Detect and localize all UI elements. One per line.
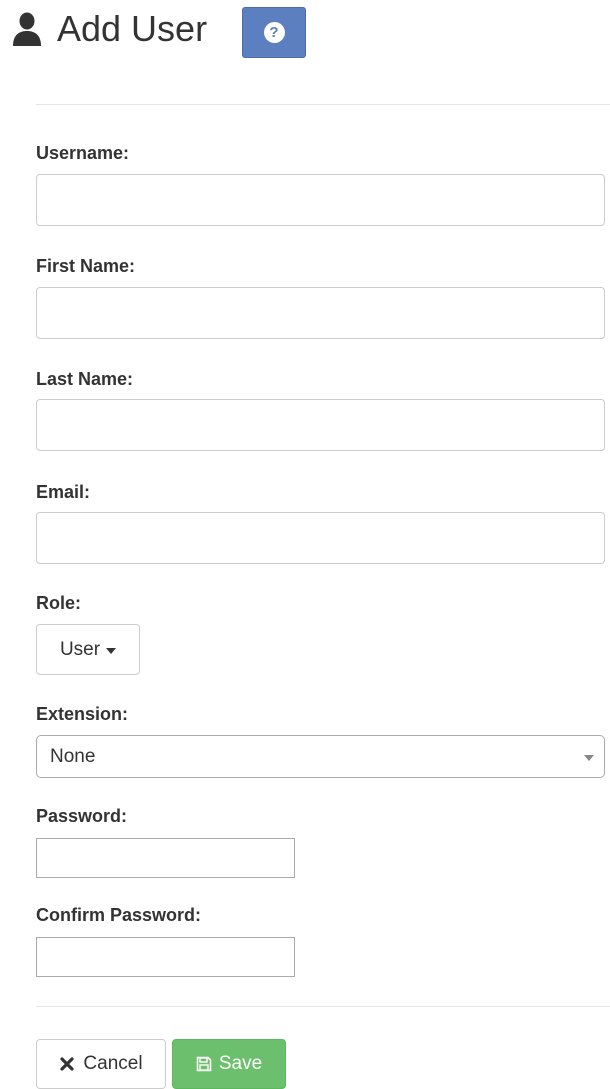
first-name-label: First Name:: [36, 256, 136, 276]
extension-label: Extension:: [36, 704, 129, 724]
confirm-password-input[interactable]: [36, 937, 295, 977]
save-button[interactable]: Save: [172, 1039, 286, 1089]
header-divider: [36, 104, 610, 105]
password-label: Password:: [36, 806, 128, 826]
username-input[interactable]: [36, 174, 605, 226]
last-name-input[interactable]: [36, 399, 605, 451]
question-circle-icon: ?: [263, 22, 285, 43]
cancel-button[interactable]: Cancel: [36, 1039, 166, 1089]
page-title: Add User: [57, 8, 208, 49]
last-name-label: Last Name:: [36, 369, 134, 389]
cancel-button-label: Cancel: [83, 1053, 143, 1074]
role-label: Role:: [36, 593, 81, 613]
extension-select[interactable]: None: [36, 735, 605, 778]
extension-select-value: None: [50, 746, 96, 767]
email-label: Email:: [36, 482, 91, 502]
confirm-password-label: Confirm Password:: [36, 905, 202, 925]
username-label: Username:: [36, 143, 130, 163]
first-name-input[interactable]: [36, 287, 605, 339]
password-input[interactable]: [36, 838, 295, 878]
footer-divider: [36, 1006, 610, 1007]
page-header: Add User ?: [0, 0, 610, 62]
user-icon: [13, 12, 41, 46]
caret-down-icon: [106, 647, 117, 654]
chevron-down-icon: [584, 755, 594, 761]
role-dropdown-button[interactable]: User: [36, 624, 140, 675]
floppy-disk-icon: [196, 1056, 212, 1072]
email-input[interactable]: [36, 512, 605, 564]
role-dropdown-value: User: [59, 638, 101, 660]
times-icon: [60, 1057, 75, 1071]
save-button-label: Save: [218, 1053, 263, 1074]
help-button[interactable]: ?: [242, 7, 306, 58]
